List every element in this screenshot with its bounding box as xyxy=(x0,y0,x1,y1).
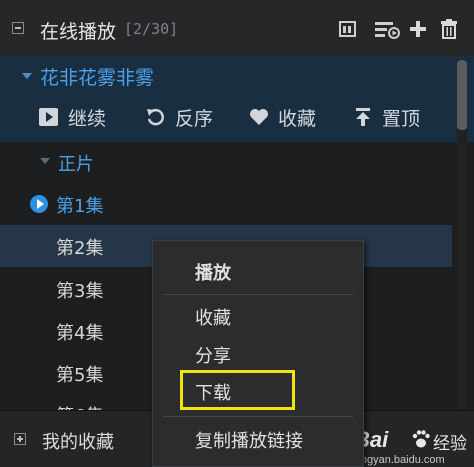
heart-icon xyxy=(250,109,268,125)
download-highlight-box xyxy=(180,370,295,410)
context-menu: 播放 收藏 分享 下载 复制播放链接 xyxy=(152,240,364,467)
pin-top-label: 置顶 xyxy=(382,107,421,130)
play-square-icon xyxy=(39,108,58,126)
reverse-icon xyxy=(147,108,164,126)
reverse-label: 反序 xyxy=(175,107,214,130)
episode-label: 第1集 xyxy=(56,196,104,217)
collapse-toggle[interactable] xyxy=(12,22,24,34)
panel-header: 在线播放 [2/30] xyxy=(0,0,474,57)
album-header: 花非花雾非雾 继续 反序 收藏 置顶 xyxy=(0,56,474,142)
menu-item-copy-link[interactable]: 复制播放链接 xyxy=(195,427,303,453)
episode-label: 第2集 xyxy=(56,238,104,259)
favorite-button[interactable]: 收藏 xyxy=(248,104,316,130)
delete-icon[interactable] xyxy=(438,18,460,40)
continue-label: 继续 xyxy=(68,107,107,130)
scrollbar-thumb[interactable] xyxy=(457,60,467,130)
episode-row[interactable]: 第1集 xyxy=(0,183,452,225)
episode-label: 第3集 xyxy=(56,281,104,302)
online-play-panel: 在线播放 [2/30] 花非花雾非雾 继续 反序 收藏 置顶 正片 第1集 第2… xyxy=(0,0,474,467)
scrollbar[interactable] xyxy=(457,60,467,410)
menu-separator xyxy=(163,294,353,295)
baidu-paw-icon xyxy=(412,430,430,448)
album-expand-arrow-icon[interactable] xyxy=(22,73,32,79)
section-label[interactable]: 正片 xyxy=(58,150,94,176)
menu-separator xyxy=(163,416,353,417)
reverse-button[interactable]: 反序 xyxy=(145,104,213,130)
section-expand-arrow-icon[interactable] xyxy=(40,158,50,164)
now-playing-icon xyxy=(30,195,48,213)
menu-item-share[interactable]: 分享 xyxy=(195,342,231,368)
expand-favorites-toggle[interactable] xyxy=(14,433,26,445)
panel-title: 在线播放 xyxy=(40,21,117,43)
list-view-icon[interactable] xyxy=(337,18,359,40)
album-title[interactable]: 花非花雾非雾 xyxy=(40,63,154,90)
watermark-text: 经验 xyxy=(433,434,467,454)
episode-count: [2/30] xyxy=(124,20,179,38)
episode-label: 第6集 xyxy=(56,402,103,410)
pin-top-icon xyxy=(356,108,370,126)
episode-label: 第4集 xyxy=(56,323,104,344)
my-favorites-label[interactable]: 我的收藏 xyxy=(42,428,114,454)
pin-top-button[interactable]: 置顶 xyxy=(352,104,420,130)
add-icon[interactable] xyxy=(407,18,429,40)
favorite-label: 收藏 xyxy=(278,107,317,130)
continue-button[interactable]: 继续 xyxy=(38,104,106,130)
menu-item-favorite[interactable]: 收藏 xyxy=(195,304,231,330)
menu-item-play[interactable]: 播放 xyxy=(195,259,231,285)
playlist-icon[interactable] xyxy=(374,18,400,40)
episode-label: 第5集 xyxy=(56,365,104,386)
watermark-url: jingyan.baidu.com xyxy=(356,454,445,466)
